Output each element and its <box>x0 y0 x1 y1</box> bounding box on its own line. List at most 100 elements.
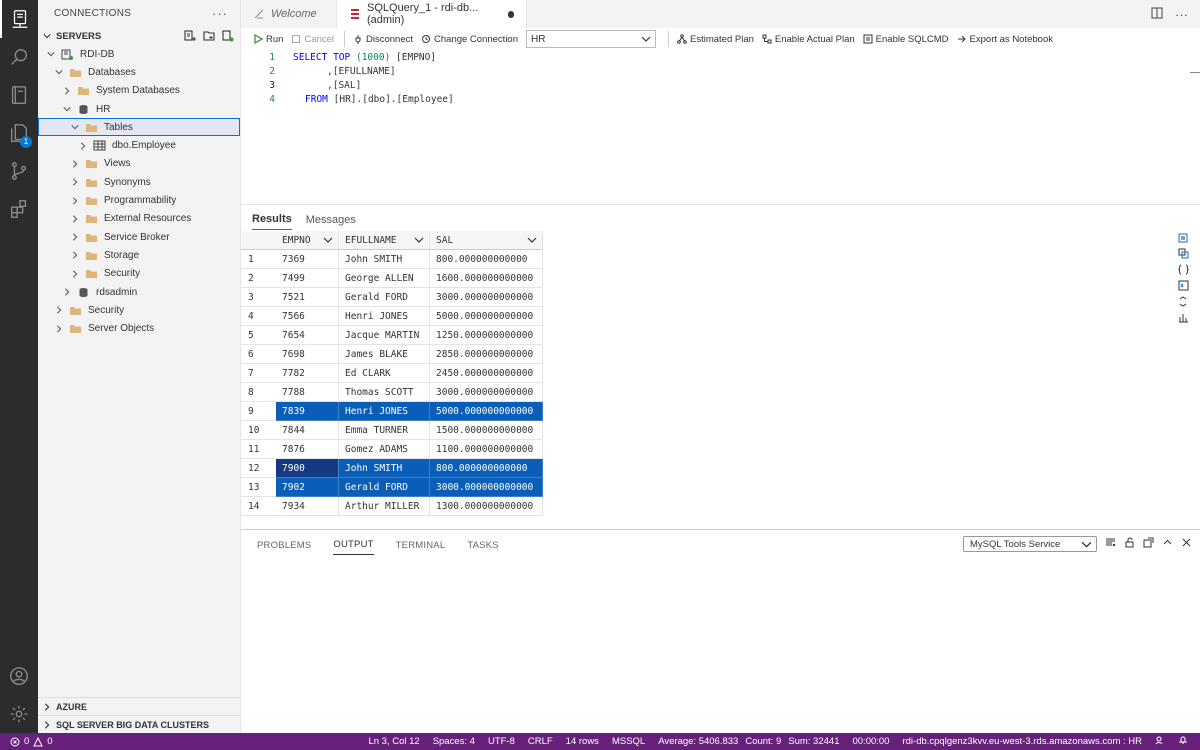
servers-section-header[interactable]: SERVERS <box>38 27 240 45</box>
problems-status[interactable]: 0 0 <box>0 736 53 747</box>
table-cell[interactable]: 2450.000000000000 <box>430 364 543 383</box>
chevron-down-icon[interactable] <box>46 49 56 59</box>
column-header[interactable]: EFULLNAME <box>339 231 430 250</box>
tab-problems[interactable]: PROBLEMS <box>257 536 311 555</box>
lock-scroll-icon[interactable] <box>1124 537 1135 551</box>
table-cell[interactable]: 800.000000000000 <box>430 250 543 269</box>
output-channel-select[interactable]: MySQL Tools Service <box>963 536 1097 552</box>
table-row[interactable]: 13 7902 Gerald FORD 3000.000000000000 <box>241 478 546 497</box>
close-panel-icon[interactable] <box>1181 537 1192 551</box>
table-cell[interactable]: 7844 <box>276 421 339 440</box>
cancel-button[interactable]: Cancel <box>291 34 334 45</box>
table-row[interactable]: 14 7934 Arthur MILLER 1300.000000000000 <box>241 497 546 516</box>
tree-item[interactable]: Storage <box>38 246 240 264</box>
tab-messages[interactable]: Messages <box>306 214 356 230</box>
table-cell[interactable]: George ALLEN <box>339 269 430 288</box>
table-cell[interactable]: 7788 <box>276 383 339 402</box>
table-row[interactable]: 7 7782 Ed CLARK 2450.000000000000 <box>241 364 546 383</box>
table-cell[interactable]: 3000.000000000000 <box>430 478 543 497</box>
tree-item[interactable]: Security <box>38 265 240 283</box>
code-editor[interactable]: 1 SELECT TOP (1000) [EMPNO] 2 ,[EFULLNAM… <box>241 50 1200 203</box>
notebooks-icon[interactable] <box>0 76 38 114</box>
table-cell[interactable]: Ed CLARK <box>339 364 430 383</box>
chevron-right-icon[interactable] <box>70 214 80 224</box>
table-cell[interactable]: 1300.000000000000 <box>430 497 543 516</box>
chevron-right-icon[interactable] <box>70 159 80 169</box>
tree-item[interactable]: External Resources <box>38 210 240 228</box>
chevron-right-icon[interactable] <box>54 324 64 334</box>
table-cell[interactable]: Arthur MILLER <box>339 497 430 516</box>
table-cell[interactable]: John SMITH <box>339 250 430 269</box>
cursor-position[interactable]: Ln 3, Col 12 <box>368 736 419 747</box>
tree-item[interactable]: Programmability <box>38 191 240 209</box>
table-cell[interactable]: 7499 <box>276 269 339 288</box>
more-actions-icon[interactable]: ··· <box>212 6 228 21</box>
save-xml-icon[interactable] <box>1175 279 1191 291</box>
table-cell[interactable]: 7782 <box>276 364 339 383</box>
table-cell[interactable]: 800.000000000000 <box>430 459 543 478</box>
table-cell[interactable]: 1600.000000000000 <box>430 269 543 288</box>
save-json-icon[interactable] <box>1175 263 1191 275</box>
table-cell[interactable]: James BLAKE <box>339 345 430 364</box>
chevron-right-icon[interactable] <box>70 177 80 187</box>
tab-welcome[interactable]: Welcome <box>241 0 337 28</box>
line-endings[interactable]: CRLF <box>528 736 553 747</box>
table-cell[interactable]: Jacque MARTIN <box>339 326 430 345</box>
copy-icon[interactable] <box>1175 295 1191 307</box>
tree-item[interactable]: Tables <box>38 118 240 137</box>
tree-item[interactable]: Server Objects <box>38 319 240 337</box>
tree-item[interactable]: Service Broker <box>38 228 240 246</box>
table-cell[interactable]: Emma TURNER <box>339 421 430 440</box>
tree-item[interactable]: rdsadmin <box>38 283 240 301</box>
table-cell[interactable]: Gomez ADAMS <box>339 440 430 459</box>
table-cell[interactable]: Henri JONES <box>339 307 430 326</box>
indentation[interactable]: Spaces: 4 <box>433 736 475 747</box>
table-cell[interactable]: 1500.000000000000 <box>430 421 543 440</box>
table-row[interactable]: 3 7521 Gerald FORD 3000.000000000000 <box>241 288 546 307</box>
connections-icon[interactable] <box>0 0 38 38</box>
tree-item[interactable]: Databases <box>38 63 240 81</box>
table-cell[interactable]: 5000.000000000000 <box>430 402 543 421</box>
new-connection-icon[interactable] <box>184 30 196 42</box>
table-cell[interactable]: Henri JONES <box>339 402 430 421</box>
export-notebook-button[interactable]: Export as Notebook <box>957 34 1053 45</box>
table-row[interactable]: 5 7654 Jacque MARTIN 1250.000000000000 <box>241 326 546 345</box>
tree-item[interactable]: Synonyms <box>38 173 240 191</box>
tab-tasks[interactable]: TASKS <box>467 536 498 555</box>
table-cell[interactable]: 7369 <box>276 250 339 269</box>
table-cell[interactable]: Gerald FORD <box>339 478 430 497</box>
chevron-down-icon[interactable] <box>527 235 537 245</box>
chevron-right-icon[interactable] <box>62 86 72 96</box>
table-row[interactable]: 1 7369 John SMITH 800.000000000000 <box>241 250 546 269</box>
tree-item[interactable]: Views <box>38 155 240 173</box>
tab-results[interactable]: Results <box>252 213 292 230</box>
database-select[interactable]: HR <box>526 30 656 48</box>
tree-item[interactable]: RDI-DB <box>38 45 240 63</box>
column-header[interactable]: EMPNO <box>276 231 339 250</box>
table-cell[interactable]: 3000.000000000000 <box>430 383 543 402</box>
feedback-icon[interactable] <box>1155 735 1165 748</box>
tree-item[interactable]: System Databases <box>38 82 240 100</box>
connection-info[interactable]: rdi-db.cpqlgenz3kvv.eu-west-3.rds.amazon… <box>902 736 1142 747</box>
chevron-right-icon[interactable] <box>70 250 80 260</box>
chevron-right-icon[interactable] <box>62 287 72 297</box>
chevron-right-icon[interactable] <box>78 141 88 151</box>
tab-terminal[interactable]: TERMINAL <box>396 536 446 555</box>
new-server-group-icon[interactable] <box>203 30 215 42</box>
chevron-right-icon[interactable] <box>70 269 80 279</box>
more-actions-icon[interactable]: ··· <box>1175 7 1188 22</box>
split-editor-icon[interactable] <box>1151 6 1163 22</box>
table-cell[interactable]: 3000.000000000000 <box>430 288 543 307</box>
table-cell[interactable]: 1250.000000000000 <box>430 326 543 345</box>
table-row[interactable]: 9 7839 Henri JONES 5000.000000000000 <box>241 402 546 421</box>
sqlcmd-button[interactable]: Enable SQLCMD <box>863 34 949 45</box>
settings-gear-icon[interactable] <box>0 695 38 733</box>
tree-item[interactable]: HR <box>38 100 240 118</box>
chart-icon[interactable] <box>1175 311 1191 323</box>
chevron-down-icon[interactable] <box>414 235 424 245</box>
maximize-panel-icon[interactable] <box>1162 537 1173 551</box>
notifications-bell-icon[interactable] <box>1178 735 1188 748</box>
chevron-down-icon[interactable] <box>70 122 80 132</box>
azure-section-header[interactable]: AZURE <box>38 697 241 715</box>
encoding[interactable]: UTF-8 <box>488 736 515 747</box>
